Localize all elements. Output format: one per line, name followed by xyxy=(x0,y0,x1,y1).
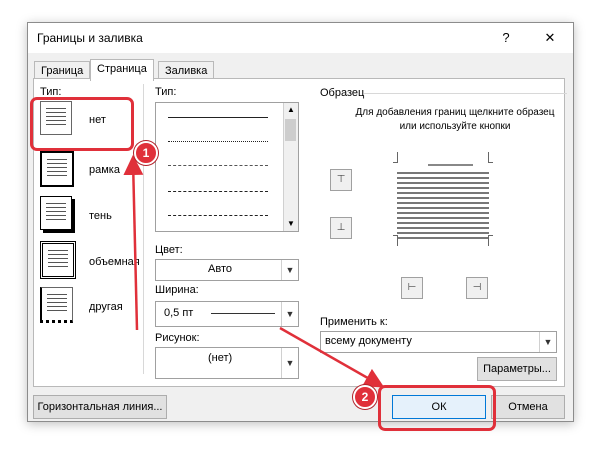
step-badge-1: 1 xyxy=(134,141,158,165)
tab-page-border[interactable]: Страница xyxy=(90,59,154,81)
arrow-to-setting-none xyxy=(123,155,144,331)
step-badge-2: 2 xyxy=(353,385,377,409)
arrow-to-ok-button xyxy=(279,326,385,388)
